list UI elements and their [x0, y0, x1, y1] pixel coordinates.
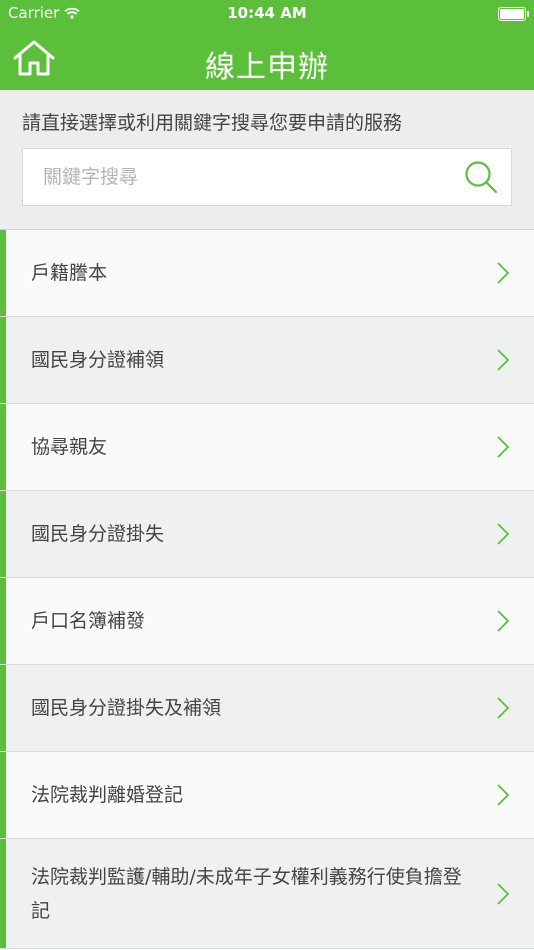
service-item-id-card-reissue[interactable]: 國民身分證補領 [0, 317, 534, 404]
accent-bar [0, 404, 6, 490]
nav-bar: 線上申辦 [0, 28, 534, 90]
service-item-label: 國民身分證補領 [31, 349, 165, 371]
service-item-household-transcript[interactable]: 戶籍謄本 [0, 230, 534, 317]
search-instruction: 請直接選擇或利用關鍵字搜尋您要申請的服務 [22, 112, 403, 134]
service-item-find-relatives[interactable]: 協尋親友 [0, 404, 534, 491]
accent-bar [0, 230, 6, 316]
chevron-right-icon [497, 262, 510, 284]
top-bar: Carrier 10:44 AM 線上申辦 [0, 0, 534, 90]
service-list: 戶籍謄本 國民身分證補領 協尋親友 國民身分證掛失 戶口名簿補發 國民身分證掛失… [0, 230, 534, 949]
accent-bar [0, 665, 6, 751]
service-item-label: 國民身分證掛失及補領 [31, 697, 222, 719]
accent-bar [0, 317, 6, 403]
accent-bar [0, 839, 6, 948]
battery-icon [498, 7, 529, 21]
accent-bar [0, 752, 6, 838]
chevron-right-icon [497, 523, 510, 545]
status-bar: Carrier 10:44 AM [0, 0, 534, 28]
chevron-right-icon [497, 882, 510, 905]
search-icon[interactable] [463, 159, 499, 195]
chevron-right-icon [497, 436, 510, 458]
service-item-label: 法院裁判離婚登記 [31, 784, 184, 806]
search-input[interactable] [23, 149, 453, 205]
chevron-right-icon [497, 697, 510, 719]
service-item-court-divorce-registration[interactable]: 法院裁判離婚登記 [0, 752, 534, 839]
chevron-right-icon [497, 349, 510, 371]
service-item-label: 戶口名簿補發 [31, 610, 146, 632]
chevron-right-icon [497, 610, 510, 632]
page-title: 線上申辦 [205, 50, 329, 85]
service-item-label: 協尋親友 [31, 436, 108, 458]
service-item-label: 國民身分證掛失 [31, 523, 165, 545]
service-item-id-card-loss-report[interactable]: 國民身分證掛失 [0, 491, 534, 578]
service-item-label: 法院裁判監護/輔助/未成年子女權利義務行使負擔登記 [31, 865, 462, 922]
service-item-household-book-reissue[interactable]: 戶口名簿補發 [0, 578, 534, 665]
search-box [22, 148, 512, 206]
search-panel: 請直接選擇或利用關鍵字搜尋您要申請的服務 [0, 90, 534, 230]
status-time: 10:44 AM [227, 4, 307, 22]
service-item-court-guardianship-registration[interactable]: 法院裁判監護/輔助/未成年子女權利義務行使負擔登記 [0, 839, 534, 949]
service-item-label: 戶籍謄本 [31, 262, 108, 284]
accent-bar [0, 578, 6, 664]
service-item-id-card-loss-and-reissue[interactable]: 國民身分證掛失及補領 [0, 665, 534, 752]
accent-bar [0, 491, 6, 577]
chevron-right-icon [497, 784, 510, 806]
